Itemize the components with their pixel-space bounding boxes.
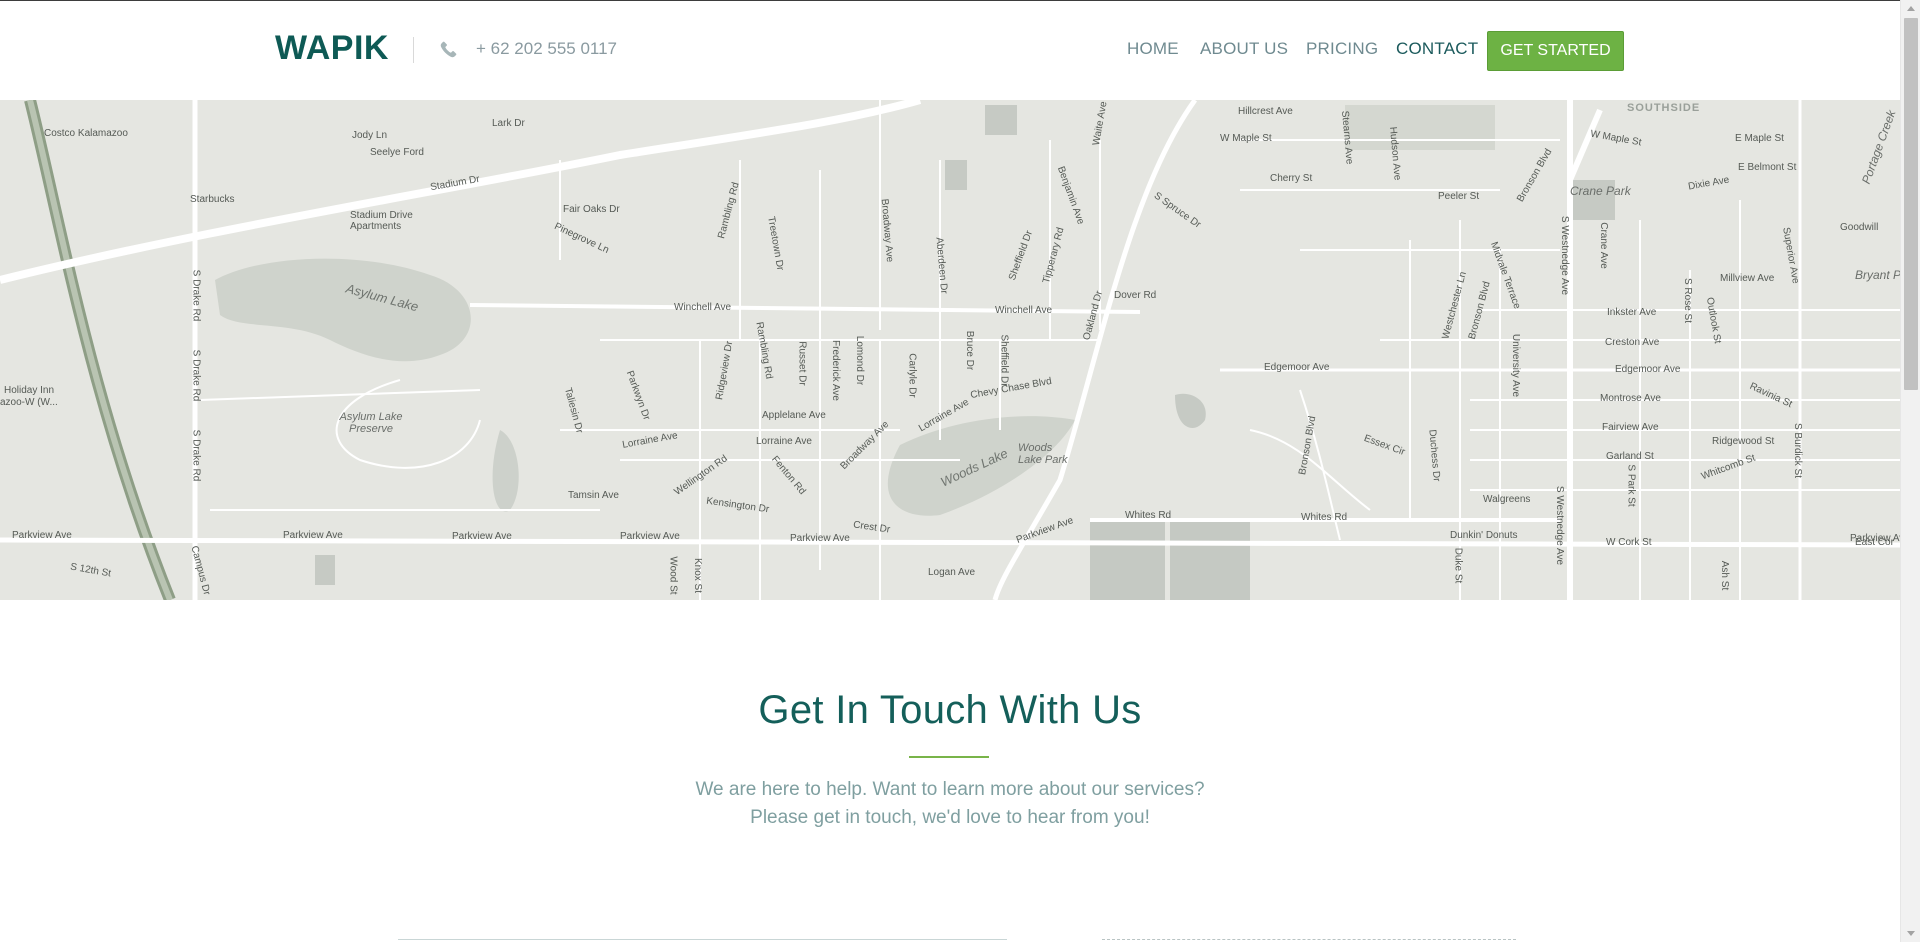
map-label: Garland St (1606, 451, 1654, 462)
site-logo[interactable]: WAPIK (275, 29, 389, 68)
map-label: Inkster Ave (1607, 307, 1657, 318)
map-label: S Westnedge Ave (1559, 215, 1571, 296)
map-label: azoo-W (W... (0, 397, 58, 408)
map-label: Whites Rd (1125, 510, 1172, 521)
map-label: S Drake Rd (190, 429, 202, 482)
map-label: Dover Rd (1114, 290, 1157, 301)
map-label: Parkview Ave (283, 530, 343, 541)
page-scrollbar[interactable] (1900, 0, 1920, 942)
map-label: Fairview Ave (1602, 422, 1659, 433)
map-label: Ash St (1719, 560, 1731, 591)
map-label: Bryant Por (1855, 268, 1900, 282)
map-label: S Westnedge Ave (1554, 485, 1566, 566)
map-label: Russet Dr (796, 341, 808, 386)
map-label: Whites Rd (1301, 512, 1348, 523)
map-label: Sheffield Dr (998, 334, 1010, 387)
map-label: Creston Ave (1605, 337, 1660, 348)
map-label: E Maple St (1735, 133, 1784, 144)
map-label: Winchell Ave (674, 302, 732, 313)
map-label: Holiday Inn (4, 385, 55, 396)
map-label: Hillcrest Ave (1238, 106, 1293, 117)
header-divider (413, 37, 414, 63)
map-label: Starbucks (190, 194, 235, 205)
map-label: Carlyle Dr (906, 353, 918, 398)
map-label: Montrose Ave (1600, 393, 1661, 404)
map-label: S Drake Rd (190, 269, 202, 322)
map-label: Ridgewood St (1712, 436, 1775, 447)
map-label: Peeler St (1438, 191, 1480, 202)
map-label: Millview Ave (1720, 273, 1775, 284)
map-label: Edgemoor Ave (1615, 364, 1681, 375)
map-label: Tamsin Ave (568, 490, 619, 501)
map-label: University Ave (1510, 333, 1522, 398)
nav-contact[interactable]: CONTACT (1396, 39, 1478, 59)
map-label: Cherry St (1270, 173, 1313, 184)
map-label: Bruce Dr (964, 330, 976, 371)
map-label: Parkview Ave (12, 530, 72, 541)
map-label: East Cor (1855, 537, 1894, 548)
map-label: Knox St (692, 557, 704, 594)
map-label: Lark Dr (492, 118, 525, 129)
map-label: Goodwill (1840, 222, 1879, 233)
nav-about-us[interactable]: ABOUT US (1200, 39, 1288, 59)
nav-pricing[interactable]: PRICING (1306, 39, 1378, 59)
map-label: Frederick Ave (829, 340, 841, 401)
contact-subtitle-line-2: Please get in touch, we'd love to hear f… (750, 807, 1150, 828)
scroll-up-arrow-icon[interactable] (1907, 6, 1915, 11)
map-label: Crane Ave (1597, 222, 1609, 269)
map-label: Winchell Ave (995, 305, 1053, 316)
header-phone-number[interactable]: + 62 202 555 0117 (476, 39, 617, 59)
contact-section-title: Get In Touch With Us (758, 688, 1142, 732)
map-graphics (0, 100, 1900, 600)
title-underline (909, 756, 989, 758)
map-label: Jody Ln (352, 130, 388, 141)
map-label: Logan Ave (928, 567, 976, 578)
map-label: Stadium Drive Apartments (350, 210, 413, 232)
map-label: Lorraine Ave (756, 436, 812, 447)
map-label: Duke St (1452, 547, 1464, 584)
map-label: Wood St (667, 556, 679, 595)
map-label: Dunkin' Donuts (1450, 530, 1518, 541)
map-label: S Park St (1625, 464, 1637, 507)
map-label: Parkview Ave (452, 531, 512, 542)
map-label: Seelye Ford (370, 147, 424, 158)
nav-home[interactable]: HOME (1127, 39, 1179, 59)
map-label: Parkview Ave (620, 531, 680, 542)
map-label: Parkview Ave (790, 533, 850, 544)
map-label: Costco Kalamazoo (44, 128, 128, 139)
map-label: SOUTHSIDE (1627, 102, 1701, 114)
map-label: E Belmont St (1738, 162, 1797, 173)
map-label: W Cork St (1606, 537, 1652, 548)
phone-icon (440, 41, 457, 58)
map-label: Woods Lake Park (1018, 442, 1068, 466)
map-label: Walgreens (1483, 494, 1531, 505)
contact-subtitle-line-1: We are here to help. Want to learn more … (695, 779, 1205, 800)
site-header: WAPIK + 62 202 555 0117 HOME ABOUT US PR… (0, 1, 1900, 100)
map-label: Crane Park (1570, 184, 1631, 198)
map-label: Edgemoor Ave (1264, 362, 1330, 373)
map-label: S Rose St (1682, 277, 1694, 324)
map-label: S Drake Rd (190, 349, 202, 402)
scrollbar-thumb[interactable] (1904, 18, 1918, 390)
get-started-button[interactable]: GET STARTED (1487, 31, 1624, 71)
location-map[interactable]: Costco Kalamazoo Jody Ln Seelye Ford Lar… (0, 100, 1900, 600)
map-label: W Maple St (1220, 133, 1272, 144)
scroll-down-arrow-icon[interactable] (1907, 931, 1915, 936)
map-label: S Burdick St (1792, 422, 1804, 479)
map-label: Fair Oaks Dr (563, 204, 620, 215)
map-label: Applelane Ave (762, 410, 826, 421)
map-label: Asylum Lake Preserve (339, 411, 403, 435)
map-label: Lomond Dr (854, 335, 866, 386)
